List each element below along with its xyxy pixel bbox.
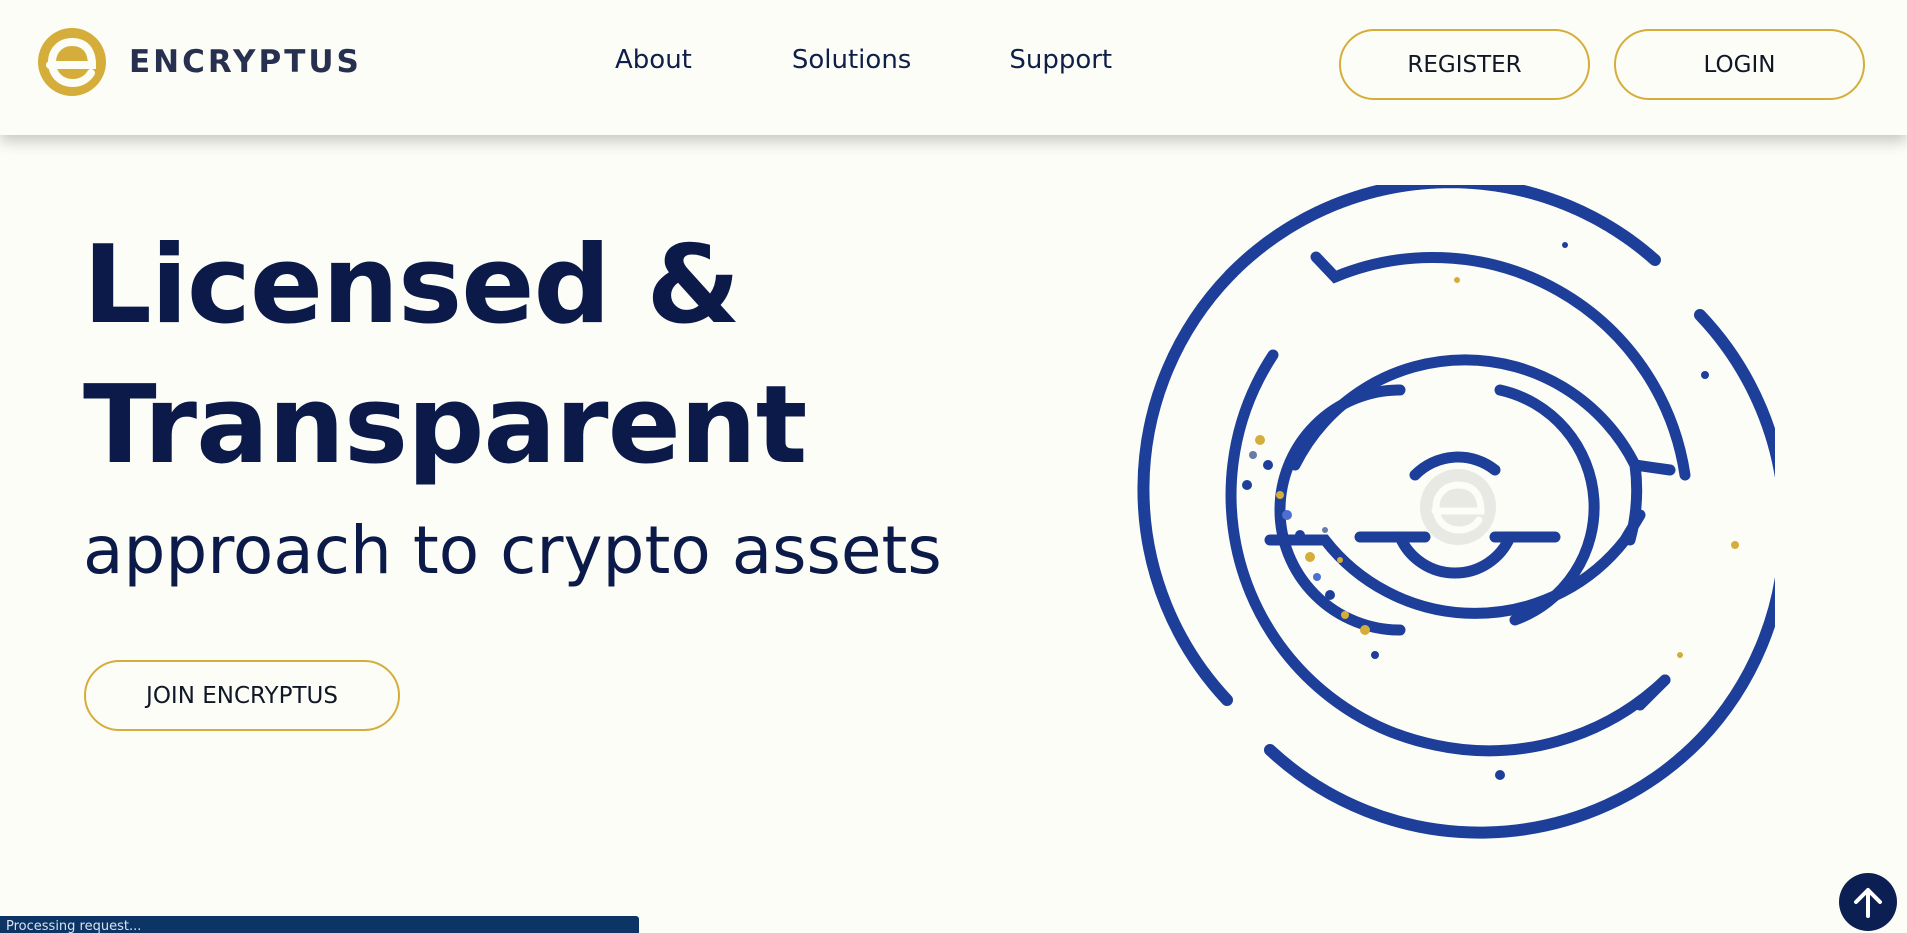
join-button[interactable]: JOIN ENCRYPTUS [84,660,400,731]
maze-illustration [1137,185,1775,839]
center-logo-icon [1420,469,1496,545]
site-header: ENCRYPTUS About Solutions Support REGIST… [0,0,1907,135]
status-bar: Processing request... [0,916,639,933]
brand-name: ENCRYPTUS [129,44,362,80]
nav-support[interactable]: Support [1009,45,1112,75]
main-nav: About Solutions Support [615,45,1212,75]
hero-subtitle: approach to crypto assets [83,512,942,589]
nav-about[interactable]: About [615,45,692,75]
brand-logo[interactable]: ENCRYPTUS [36,27,362,97]
register-button[interactable]: REGISTER [1339,29,1590,100]
encryptus-logo-icon [38,28,106,96]
arrow-up-icon [1854,888,1882,918]
hero-title-line2: Transparent [83,363,807,488]
nav-solutions[interactable]: Solutions [792,45,911,75]
scroll-to-top-button[interactable] [1839,873,1897,931]
hero-title-line1: Licensed & [83,223,741,348]
login-button[interactable]: LOGIN [1614,29,1865,100]
